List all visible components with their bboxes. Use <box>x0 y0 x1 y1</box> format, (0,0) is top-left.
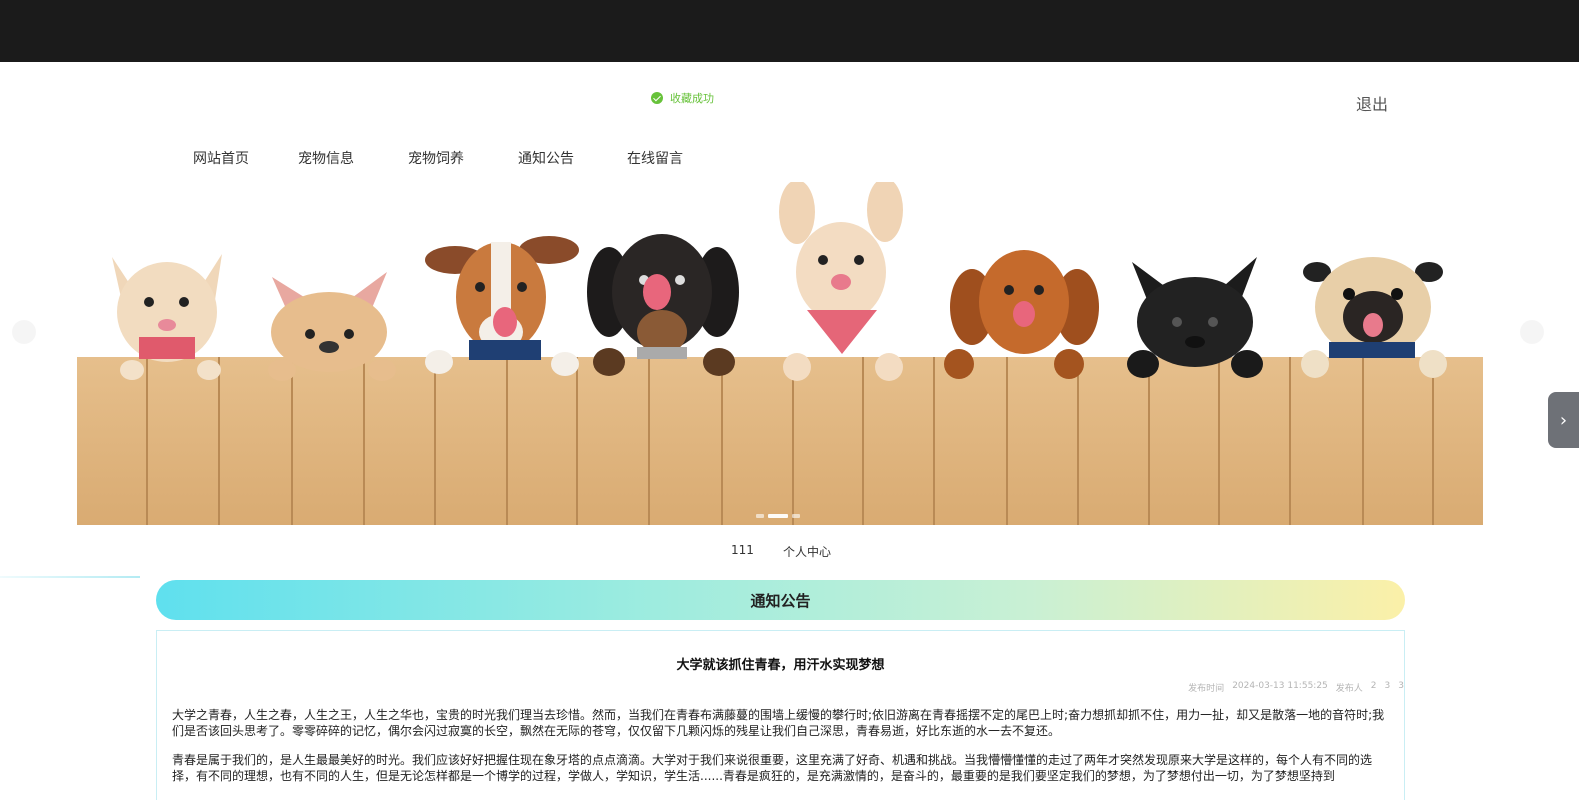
success-toast: 收藏成功 <box>651 90 714 106</box>
toast-text: 收藏成功 <box>670 92 714 105</box>
banner-carousel[interactable] <box>77 182 1483 525</box>
carousel-prev-button[interactable] <box>12 320 36 344</box>
nav-item-home[interactable]: 网站首页 <box>193 148 249 168</box>
nav-item-pet-care[interactable]: 宠物饲养 <box>408 148 464 168</box>
publisher-value: 2 <box>1370 681 1377 691</box>
chevron-right-icon: › <box>1559 409 1568 431</box>
like-count[interactable]: 3 <box>1385 681 1391 694</box>
publish-time-value: 2024-03-13 11:55:25 <box>1232 681 1328 691</box>
article-paragraph: 大学之青春，人生之春，人生之王，人生之华也，宝贵的时光我们理当去珍惜。然而，当我… <box>172 708 1385 738</box>
publisher-label: 发布人 <box>1335 684 1363 694</box>
section-title: 通知公告 <box>156 580 1405 620</box>
comment-count[interactable]: 3 <box>1398 681 1404 694</box>
nav-item-messages[interactable]: 在线留言 <box>627 148 683 168</box>
carousel-next-button[interactable] <box>1520 320 1544 344</box>
side-expand-button[interactable]: › <box>1548 392 1579 448</box>
personal-center-link[interactable]: 个人中心 <box>783 543 831 560</box>
article-meta: 发布时间 2024-03-13 11:55:25 发布人 2 3 3 <box>1188 681 1404 694</box>
top-bar <box>0 0 1579 62</box>
carousel-indicators <box>756 514 800 518</box>
article-paragraph: 青春是属于我们的，是人生最最美好的时光。我们应该好好把握住现在象牙塔的点点滴滴。… <box>172 753 1373 783</box>
user-bar: 111 个人中心 <box>0 543 1579 563</box>
article-title: 大学就该抓住青春，用汗水实现梦想 <box>676 658 885 673</box>
decorative-line <box>0 576 140 578</box>
nav-item-pet-info[interactable]: 宠物信息 <box>298 148 354 168</box>
carousel-dot-active[interactable] <box>768 514 788 518</box>
article-card: 大学就该抓住青春，用汗水实现梦想 发布时间 2024-03-13 11:55:2… <box>156 630 1405 800</box>
check-circle-icon <box>651 92 663 104</box>
carousel-dot[interactable] <box>756 514 764 518</box>
username-link[interactable]: 111 <box>731 543 754 557</box>
logout-button[interactable]: 退出 <box>1356 91 1388 115</box>
carousel-dot[interactable] <box>792 514 800 518</box>
nav-item-notices[interactable]: 通知公告 <box>518 148 574 168</box>
publish-time-label: 发布时间 <box>1188 684 1225 694</box>
dogs-banner-image <box>77 182 1483 525</box>
